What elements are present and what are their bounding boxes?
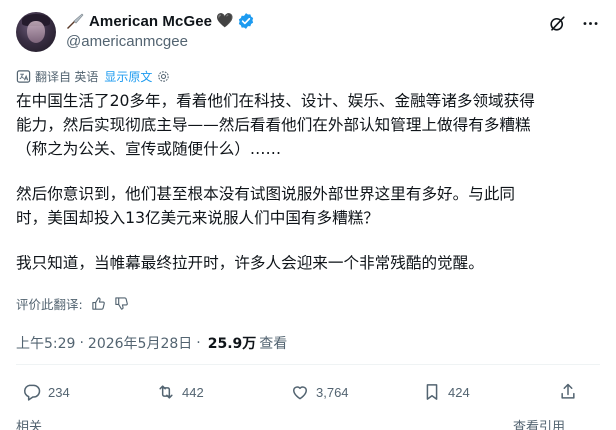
rate-translation-label: 评价此翻译:	[16, 297, 83, 312]
tweet-paragraph: 在中国生活了20多年，看着他们在科技、设计、娱乐、金融等诸多领域获得 能力，然后…	[16, 92, 535, 158]
grok-icon[interactable]	[548, 14, 567, 33]
thumbs-up-icon[interactable]	[91, 296, 106, 311]
author-handle[interactable]: @americanmcgee	[66, 33, 255, 50]
bookmark-button[interactable]: 424	[422, 382, 470, 402]
gear-icon[interactable]	[157, 70, 170, 83]
tweet-header: American McGee 🖤 @americanmcgee	[16, 8, 600, 54]
retweet-button[interactable]: 442	[156, 382, 204, 402]
avatar[interactable]	[16, 12, 56, 52]
like-button[interactable]: 3,764	[290, 382, 349, 402]
retweet-icon	[159, 385, 173, 399]
meta-separator: ·	[196, 335, 201, 351]
like-count: 3,764	[316, 384, 349, 400]
black-heart-emoji: 🖤	[216, 13, 234, 29]
verified-badge-icon[interactable]	[237, 12, 255, 30]
bookmark-icon	[426, 384, 438, 400]
knife-icon	[67, 13, 84, 29]
translation-source-label: 翻译自 英语	[35, 70, 99, 84]
meta-separator: ·	[79, 335, 84, 351]
translation-notice: 翻译自 英语 显示原文	[16, 68, 170, 85]
tweet-actions: 234 442 3,764 424	[16, 382, 600, 406]
views-label: 查看	[259, 336, 288, 352]
thumbs-down-icon[interactable]	[114, 296, 129, 311]
share-button[interactable]	[558, 382, 584, 402]
author-name-line: American McGee 🖤	[66, 11, 255, 31]
view-count: 25.9万	[207, 336, 257, 352]
related-link[interactable]: 相关	[16, 416, 42, 430]
tweet-time[interactable]: 上午5:29	[16, 333, 75, 353]
avatar-face	[27, 21, 45, 43]
tweet-text: 在中国生活了20多年，看着他们在科技、设计、娱乐、金融等诸多领域获得 能力，然后…	[16, 89, 600, 275]
tweet-date[interactable]: 2026年5月28日	[88, 333, 192, 353]
reply-count: 234	[48, 384, 70, 400]
retweet-count: 442	[182, 384, 204, 400]
show-original-link[interactable]: 显示原文	[104, 68, 152, 85]
heart-icon	[293, 386, 307, 400]
rate-translation: 评价此翻译:	[16, 294, 129, 313]
reply-button[interactable]: 234	[22, 382, 70, 402]
tweet-paragraph: 然后你意识到，他们甚至根本没有试图说服外部世界这里有多好。与此同 时，美国却投入…	[16, 185, 516, 227]
header-actions	[548, 14, 600, 33]
author-info[interactable]: American McGee 🖤 @americanmcgee	[66, 11, 255, 50]
tweet-paragraph: 我只知道，当帷幕最终拉开时，许多人会迎来一个非常残酷的觉醒。	[16, 254, 484, 272]
display-name[interactable]: American McGee	[89, 13, 212, 30]
more-options-icon[interactable]	[581, 14, 600, 33]
reply-icon	[24, 384, 41, 401]
view-quotes-link[interactable]: 查看引用	[513, 416, 565, 430]
translate-icon	[16, 70, 31, 83]
share-icon	[561, 383, 575, 399]
divider	[16, 364, 600, 365]
tweet-meta: 上午5:29 · 2026年5月28日 · 25.9万 查看	[16, 333, 287, 353]
bookmark-count: 424	[448, 384, 470, 400]
